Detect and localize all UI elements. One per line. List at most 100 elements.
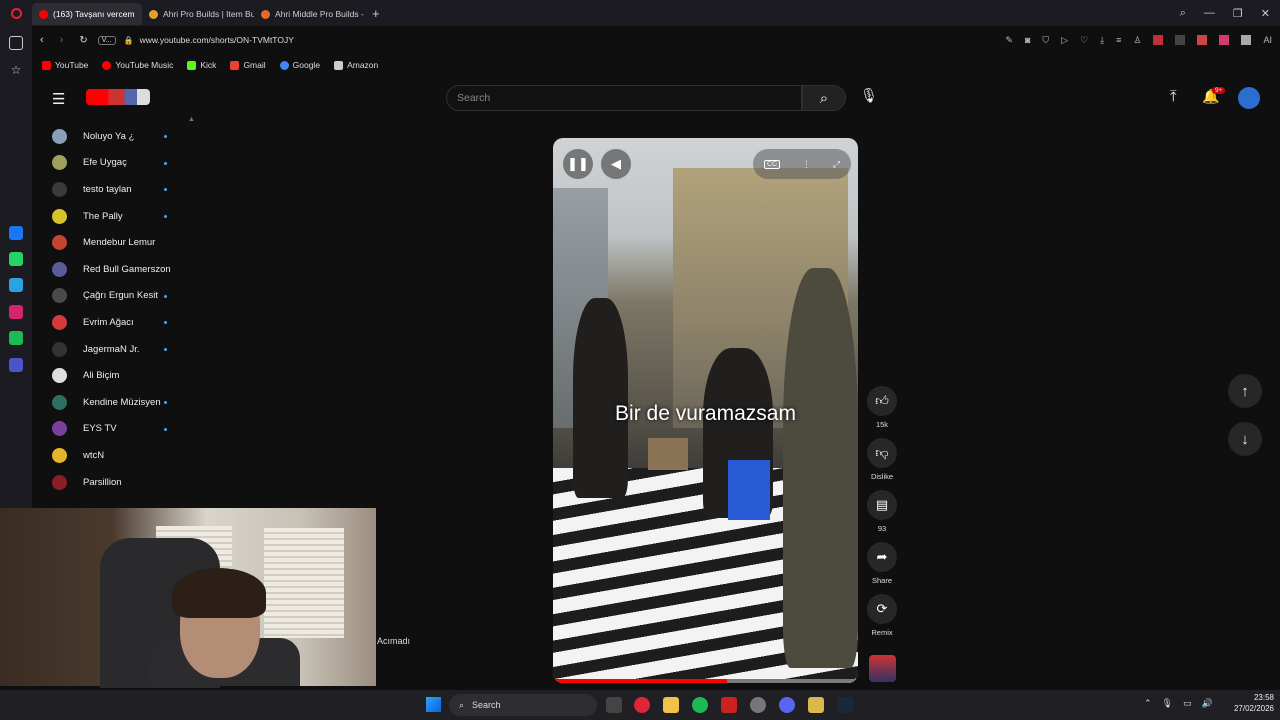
subscription-item[interactable]: Red Bull Gamerszon	[32, 256, 202, 283]
new-tab-button[interactable]: +	[372, 6, 380, 21]
menu-icon[interactable]: ≡	[1116, 35, 1121, 46]
camera-icon[interactable]: ◙	[1025, 35, 1030, 46]
youtube-logo[interactable]	[86, 89, 150, 105]
pause-button[interactable]: ❚❚	[563, 149, 593, 179]
sound-thumbnail[interactable]	[869, 655, 896, 682]
subscription-item[interactable]: EYS TV	[32, 416, 202, 443]
subscription-item[interactable]: Ali Biçim	[32, 362, 202, 389]
heart-icon[interactable]: ♡	[1080, 35, 1088, 46]
next-short-button[interactable]: ↓	[1228, 422, 1262, 456]
subscription-item[interactable]: Evrim Ağacı	[32, 309, 202, 336]
chevron-up-icon[interactable]: ⌃	[1144, 698, 1152, 709]
play-icon[interactable]: ▷	[1061, 35, 1068, 46]
ai-icon[interactable]: AI	[1263, 35, 1272, 46]
subscription-item[interactable]: Mendebur Lemur	[32, 229, 202, 256]
back-icon[interactable]: ‹	[40, 34, 44, 46]
account-icon[interactable]: ♙	[1133, 35, 1141, 46]
file-explorer-icon[interactable]	[663, 697, 679, 713]
taskbar-search-label: Search	[472, 700, 501, 710]
extension-icon[interactable]	[1153, 34, 1164, 45]
minimize-icon[interactable]: —	[1204, 7, 1215, 20]
url-field[interactable]: www.youtube.com/shorts/ON-TVMtTOJY	[140, 35, 294, 45]
download-icon[interactable]: ⤓	[1100, 35, 1104, 46]
bookmark-amazon[interactable]: Amazon	[334, 60, 378, 70]
messenger-icon[interactable]	[9, 226, 23, 240]
subscription-item[interactable]: The Pally	[32, 203, 202, 230]
whatsapp-icon[interactable]	[9, 252, 23, 266]
app-icon[interactable]	[808, 697, 824, 713]
subscription-item[interactable]: Noluyo Ya ¿	[32, 123, 202, 150]
bookmark-youtube-music[interactable]: YouTube Music	[102, 60, 173, 70]
close-icon[interactable]: ✕	[1261, 7, 1270, 20]
video-progress-bar[interactable]	[553, 679, 858, 683]
captions-icon[interactable]: CC	[763, 159, 781, 169]
shield-icon[interactable]: ⛉	[1042, 35, 1049, 46]
spotify-icon[interactable]	[9, 331, 23, 345]
microphone-icon[interactable]: 🎙	[1162, 698, 1173, 709]
avatar[interactable]	[1238, 87, 1260, 109]
start-icon[interactable]	[426, 697, 441, 712]
subscription-item[interactable]: Efe Uygaç	[32, 150, 202, 177]
opera-icon[interactable]	[634, 697, 650, 713]
comments-button[interactable]: ▤ 93	[866, 490, 898, 533]
extension-icon[interactable]	[1175, 34, 1186, 45]
subscription-item[interactable]: Çağrı Ergun Kesit	[32, 283, 202, 310]
gmail-icon	[230, 60, 240, 70]
opera-logo[interactable]	[0, 7, 32, 19]
search-button[interactable]: ⌕	[802, 85, 846, 111]
telegram-icon[interactable]	[9, 278, 23, 292]
app-icon[interactable]	[750, 697, 766, 713]
subscription-item[interactable]: wtcN	[32, 442, 202, 469]
bookmark-youtube[interactable]: YouTube	[42, 60, 88, 70]
bookmark-kick[interactable]: Kick	[187, 60, 216, 70]
site-badge[interactable]: V...	[97, 35, 116, 45]
like-button[interactable]: 👍︎ 15k	[866, 386, 898, 429]
task-view-icon[interactable]	[606, 697, 622, 713]
new-content-dot	[164, 161, 167, 165]
tab-ahri-builds[interactable]: Ahri Pro Builds | Item Buil...	[142, 3, 254, 25]
home-icon[interactable]	[9, 36, 23, 50]
hamburger-menu-icon[interactable]: ☰	[52, 90, 65, 108]
bookmark-gmail[interactable]: Gmail	[230, 60, 266, 70]
search-tabs-icon[interactable]: ⌕	[1180, 7, 1186, 20]
fullscreen-icon[interactable]: ⤢	[833, 159, 840, 170]
search-input[interactable]: Search	[446, 85, 802, 111]
more-options-icon[interactable]: ⋮	[802, 159, 811, 170]
extension-icon[interactable]	[1219, 34, 1230, 45]
system-clock[interactable]: 23:58 27/02/2026	[1218, 692, 1274, 714]
bookmark-google[interactable]: Google	[279, 60, 320, 70]
forward-icon[interactable]: ›	[60, 34, 64, 46]
volume-button[interactable]: ◀	[601, 149, 631, 179]
extension-icon[interactable]	[1241, 34, 1252, 45]
instagram-icon[interactable]	[9, 305, 23, 319]
remix-button[interactable]: ⟳ Remix	[866, 594, 898, 637]
edit-icon[interactable]: ✎	[1005, 35, 1013, 46]
subscription-item[interactable]: Kendine Müzisyen	[32, 389, 202, 416]
volume-icon[interactable]: 🔊	[1202, 698, 1213, 709]
spotify-icon[interactable]	[692, 697, 708, 713]
discord-icon[interactable]	[779, 697, 795, 713]
star-icon[interactable]: ☆	[9, 63, 23, 77]
taskbar-search[interactable]: ⌕ Search	[449, 694, 597, 716]
tab-ahri-middle[interactable]: Ahri Middle Pro Builds - P...	[254, 3, 366, 25]
steam-icon[interactable]	[837, 697, 853, 713]
previous-short-button[interactable]: ↑	[1228, 374, 1262, 408]
share-button[interactable]: ➦ Share	[866, 542, 898, 585]
amazon-icon	[334, 60, 344, 70]
maximize-icon[interactable]: ❐	[1233, 7, 1243, 20]
short-video-player[interactable]: ❚❚ ◀ CC ⋮ ⤢ Bir de vuramazsam	[553, 138, 858, 683]
tab-youtube[interactable]: (163) Tavşanı vercem	[32, 3, 142, 25]
microphone-icon[interactable]: 🎙	[860, 87, 878, 109]
player-icon[interactable]	[9, 358, 23, 372]
reload-icon[interactable]: ↻	[79, 35, 87, 46]
subscription-item[interactable]: Parsillion	[32, 469, 202, 496]
channel-name: Evrim Ağacı	[83, 316, 134, 328]
app-icon[interactable]	[721, 697, 737, 713]
subscription-item[interactable]: testo taylan	[32, 176, 202, 203]
youtube-header: ☰ Search ⌕ 🎙 ⤒ 🔔 9+	[32, 78, 1280, 118]
extension-icon[interactable]	[1197, 34, 1208, 45]
network-icon[interactable]: ▭	[1183, 698, 1192, 709]
dislike-button[interactable]: 👎︎ Dislike	[866, 438, 898, 481]
subscription-item[interactable]: JagermaN Jr.	[32, 336, 202, 363]
upload-icon[interactable]: ⤒	[1170, 88, 1177, 105]
